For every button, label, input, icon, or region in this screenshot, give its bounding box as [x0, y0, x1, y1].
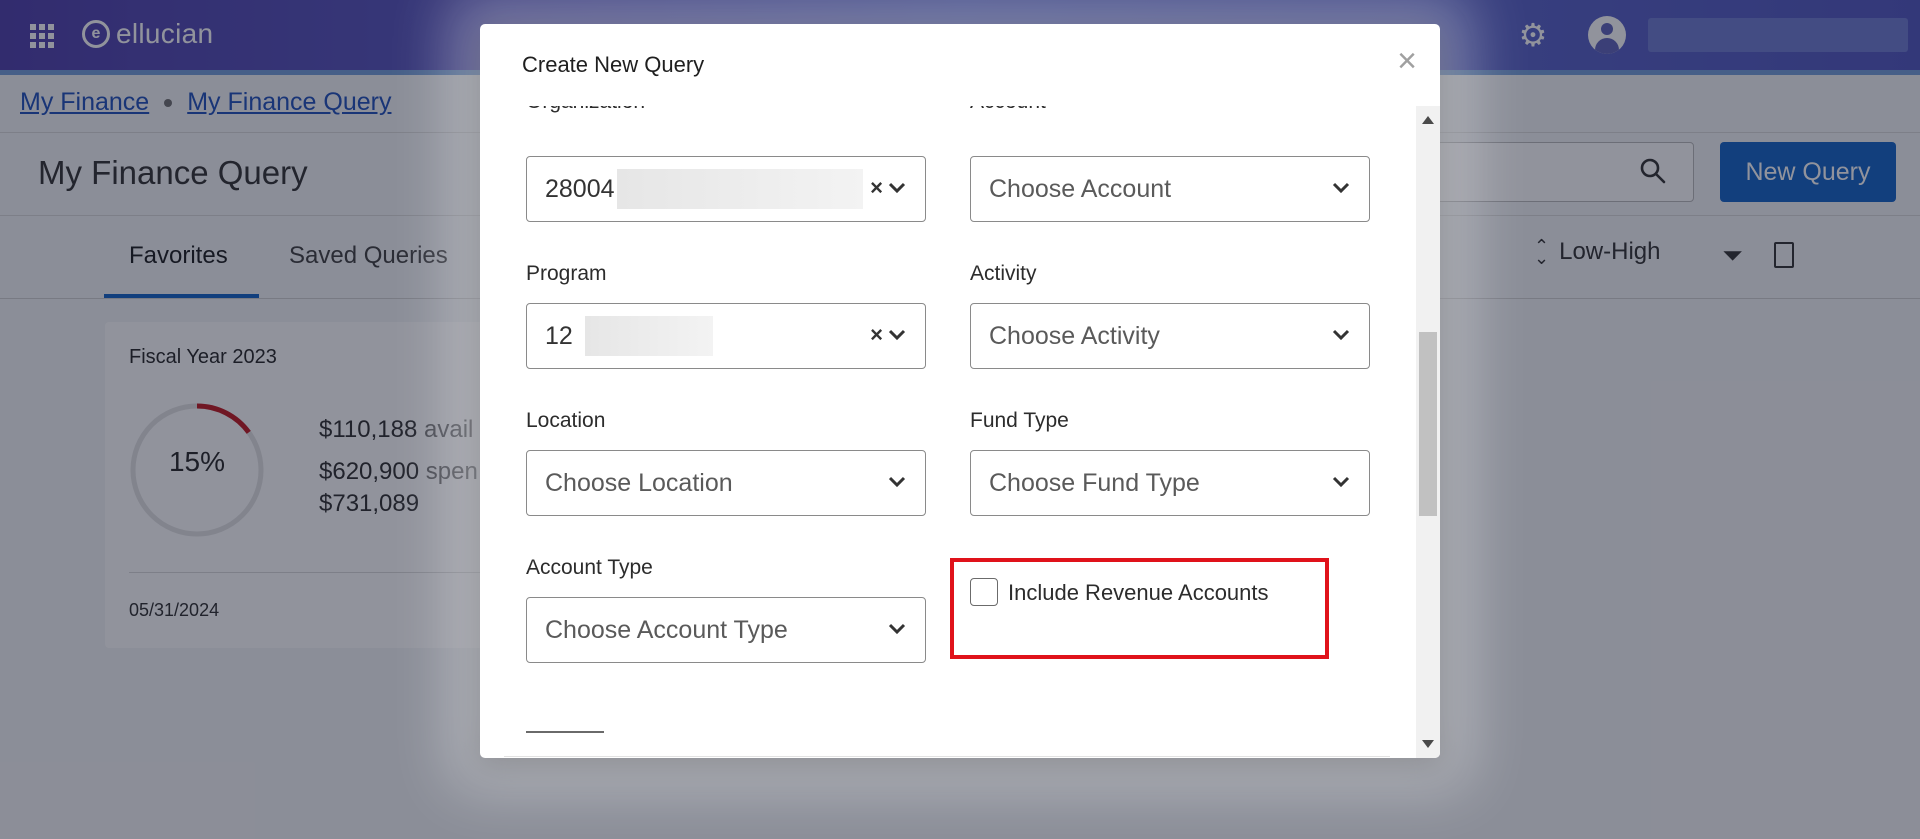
location-label: Location [526, 409, 606, 432]
account-type-select[interactable]: Choose Account Type [526, 597, 926, 663]
clear-icon[interactable]: × [870, 175, 883, 201]
scroll-down-arrow-icon[interactable] [1422, 740, 1434, 748]
chevron-down-icon [888, 623, 906, 635]
chevron-down-icon [888, 476, 906, 488]
account-label: Account [970, 106, 1046, 114]
program-select[interactable]: 12 × [526, 303, 926, 369]
program-label: Program [526, 262, 607, 285]
fund-type-placeholder: Choose Fund Type [989, 468, 1200, 497]
activity-label: Activity [970, 262, 1037, 285]
chevron-down-icon [1332, 182, 1350, 194]
scroll-up-arrow-icon[interactable] [1422, 116, 1434, 124]
chevron-down-icon [888, 182, 906, 194]
footer-divider [504, 756, 1390, 757]
chevron-down-icon [1332, 329, 1350, 341]
redacted-text [616, 169, 863, 209]
organization-label: Organization [526, 106, 645, 114]
highlight-box [950, 558, 1329, 659]
scroll-thumb[interactable] [1419, 332, 1437, 516]
fund-type-label: Fund Type [970, 409, 1069, 432]
account-type-label: Account Type [526, 556, 653, 579]
account-type-placeholder: Choose Account Type [545, 615, 788, 644]
chevron-down-icon [888, 329, 906, 341]
activity-placeholder: Choose Activity [989, 321, 1160, 350]
clear-icon[interactable]: × [870, 322, 883, 348]
modal-title: Create New Query [522, 52, 705, 77]
section-divider [526, 731, 604, 733]
fund-type-select[interactable]: Choose Fund Type [970, 450, 1370, 516]
include-revenue-label[interactable]: Include Revenue Accounts [1008, 580, 1269, 606]
create-query-modal: Create New Query × Organization Account … [480, 24, 1440, 758]
location-select[interactable]: Choose Location [526, 450, 926, 516]
activity-select[interactable]: Choose Activity [970, 303, 1370, 369]
chevron-down-icon [1332, 476, 1350, 488]
redacted-text [584, 316, 713, 356]
include-revenue-checkbox[interactable] [970, 578, 998, 606]
account-select[interactable]: Choose Account [970, 156, 1370, 222]
program-value: 12 [545, 321, 573, 350]
modal-body[interactable]: Organization Account 28004 × Choose Acco… [480, 106, 1414, 758]
location-placeholder: Choose Location [545, 468, 733, 497]
organization-value: 28004 [545, 174, 615, 203]
close-icon[interactable]: × [1392, 44, 1422, 78]
modal-scrollbar[interactable] [1416, 106, 1440, 758]
account-placeholder: Choose Account [989, 174, 1172, 203]
organization-select[interactable]: 28004 × [526, 156, 926, 222]
